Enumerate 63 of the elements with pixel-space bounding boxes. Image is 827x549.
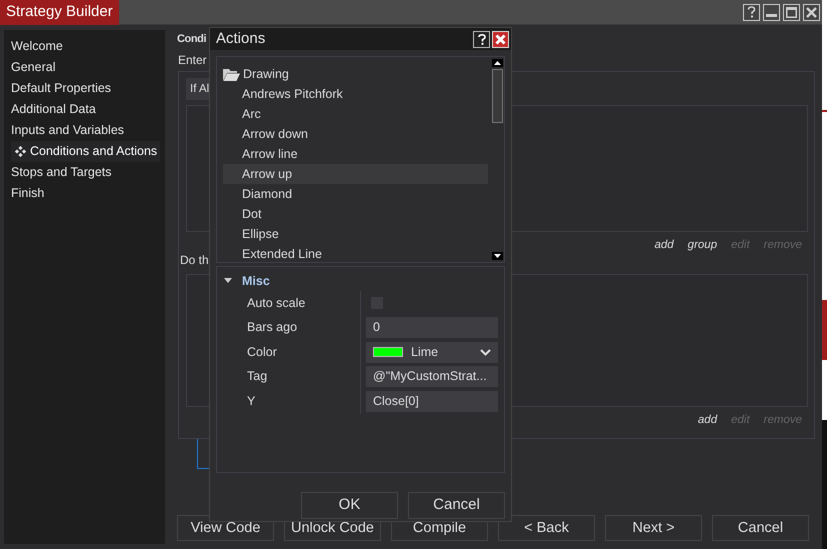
property-label: Color [217,340,361,364]
help-icon [478,34,486,44]
instruction-text: Enter [178,52,207,69]
link: remove [764,238,802,253]
link[interactable]: group [688,236,718,254]
dialog-title: Actions [216,28,266,49]
scroll-thumb[interactable] [492,69,502,123]
scroll-up-icon [494,61,500,65]
sidebar-item[interactable]: Welcome [11,36,63,57]
link[interactable]: add [654,236,674,254]
link: remove [764,412,802,428]
sidebar-item[interactable]: Finish [11,183,44,204]
minimize-icon [766,14,777,16]
wizard-button[interactable]: Next > [605,515,702,541]
sidebar-item[interactable]: Conditions and Actions [11,141,160,162]
actions-label: Do th [180,253,209,268]
current-step-icon [15,146,26,157]
sidebar-item[interactable]: Additional Data [11,99,96,120]
tree-item[interactable]: Diamond [223,184,488,204]
chevron-down-icon [480,348,491,356]
help-button[interactable] [743,4,760,20]
property-field[interactable]: @"MyCustomStrat... [366,366,498,388]
sidebar-item[interactable]: Default Properties [11,78,112,99]
close-icon [806,6,817,18]
property-label: Bars ago [217,316,361,340]
tree-item[interactable]: Arrow line [223,144,488,164]
link[interactable]: add [698,412,718,429]
dialog-button[interactable]: Cancel [408,492,505,519]
help-button[interactable] [473,30,490,48]
sidebar-item[interactable]: Inputs and Variables [11,120,124,141]
tree-item[interactable]: Extended Line [223,244,488,262]
link: edit [731,238,750,253]
wizard-button[interactable]: Cancel [712,515,809,541]
sidebar-item[interactable]: General [11,57,56,78]
close-button[interactable] [492,30,509,48]
tree-item[interactable]: Andrews Pitchfork [223,84,488,104]
scrollbar[interactable] [490,57,504,262]
close-button[interactable] [803,4,820,20]
maximize-button[interactable] [783,4,800,20]
tree-item[interactable]: Dot [223,204,488,224]
tree-item[interactable]: Ellipse [223,224,488,244]
color-dropdown[interactable]: Lime [366,342,498,363]
close-icon [495,34,506,44]
tree-item[interactable]: Arc [223,104,488,124]
window-title: Strategy Builder [0,0,119,24]
dialog-button[interactable]: OK [301,492,398,519]
help-icon [747,6,756,18]
property-label: Tag [217,364,361,389]
category-label[interactable]: Misc [242,272,270,290]
property-label: Y [217,389,361,414]
tree-item[interactable]: Arrow up [223,164,488,184]
maximize-icon [786,6,797,18]
property-label: Auto scale [217,291,361,316]
property-field[interactable]: 0 [366,317,498,338]
link: edit [731,412,750,428]
scroll-down-icon [494,254,500,258]
sidebar-item[interactable]: Stops and Targets [11,162,112,183]
tree-item[interactable]: Arrow down [223,124,488,144]
minimize-button[interactable] [763,4,780,20]
tree-folder[interactable]: Drawing [243,64,289,84]
property-field[interactable]: Close[0] [366,390,498,412]
wizard-button[interactable]: < Back [498,515,595,541]
section-heading: Condi [177,32,206,47]
